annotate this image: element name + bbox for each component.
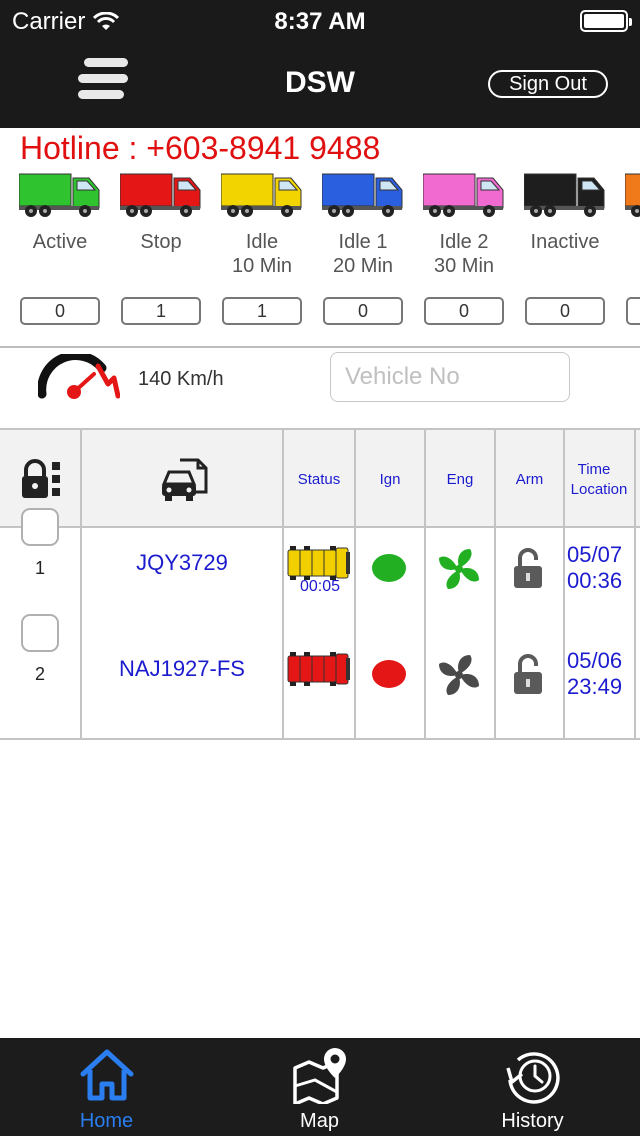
- engine-fan-icon: [436, 652, 482, 698]
- engine-fan-icon: [436, 546, 482, 592]
- truck-icon: [18, 166, 101, 218]
- legend-label-main: Idle 2: [439, 231, 489, 253]
- legend-item-active: Active 0: [10, 166, 110, 325]
- row-checkbox[interactable]: [21, 508, 59, 546]
- legend-label-main: W: [616, 230, 640, 254]
- truck-icon: [321, 166, 404, 218]
- arm-lock-icon[interactable]: [512, 548, 544, 588]
- status-legend: Active 0 Stop 1 Idle 10 Min 1 Idle 1 20 Min 0 Idle…: [0, 166, 640, 338]
- last-update-datetime[interactable]: 05/06 23:49: [567, 648, 622, 700]
- hotline-text: Hotline : +603-8941 9488: [20, 130, 381, 166]
- tab-map[interactable]: Map: [213, 1038, 426, 1136]
- legend-label: Idle 1 20 Min: [313, 230, 413, 280]
- tab-home[interactable]: Home: [0, 1038, 213, 1136]
- last-update-date: 05/07: [567, 542, 623, 567]
- legend-count[interactable]: 0: [424, 297, 504, 325]
- truck-icon: [422, 166, 505, 218]
- last-update-time: 00:36: [567, 568, 623, 593]
- header-arm: Arm: [515, 471, 544, 488]
- legend-count[interactable]: 0: [525, 297, 605, 325]
- legend-item-idle: Idle 10 Min 1: [212, 166, 312, 325]
- truck-icon: [119, 166, 202, 218]
- tab-label: Map: [300, 1110, 339, 1132]
- legend-item-idle-1: Idle 1 20 Min 0: [313, 166, 413, 325]
- table-body: 1 JQY3729 00:05 05/07 00:36 2 NAJ1927-FS 05/06 2…: [0, 508, 640, 740]
- tab-bar: Home Map History: [0, 1038, 640, 1136]
- row-number: 2: [34, 664, 45, 684]
- battery-icon: [580, 10, 632, 32]
- ignition-indicator: [372, 660, 406, 688]
- arm-lock-icon[interactable]: [512, 654, 544, 694]
- map-icon: [292, 1048, 346, 1104]
- table-row[interactable]: 1 JQY3729 00:05 05/07 00:36: [0, 488, 640, 595]
- legend-label: W: [616, 230, 640, 280]
- tab-history[interactable]: History: [426, 1038, 639, 1136]
- legend-count[interactable]: 1: [121, 297, 201, 325]
- table-row[interactable]: 2 NAJ1927-FS 05/06 23:49: [0, 594, 640, 700]
- legend-item-w: W: [616, 166, 640, 325]
- header-ign: Ign: [379, 471, 401, 488]
- row-checkbox[interactable]: [21, 614, 59, 652]
- legend-count[interactable]: 1: [222, 297, 302, 325]
- legend-label: Inactive: [515, 230, 615, 280]
- last-update-date: 05/06: [567, 648, 623, 673]
- row-number: 1: [34, 558, 45, 578]
- top-bar: Carrier 8:37 AM DSW Sign Out: [0, 0, 640, 128]
- legend-label-main: Idle: [245, 231, 279, 253]
- home-icon: [80, 1049, 133, 1101]
- legend-label-sub: 30 Min: [433, 255, 495, 277]
- legend-count[interactable]: [626, 297, 640, 325]
- legend-count[interactable]: 0: [20, 297, 100, 325]
- status-time: 8:37 AM: [274, 8, 366, 35]
- legend-label: Idle 2 30 Min: [414, 230, 514, 280]
- speed-limit-text: 140 Km/h: [138, 368, 224, 390]
- last-update-datetime[interactable]: 05/07 00:36: [567, 542, 622, 594]
- legend-label-main: Inactive: [530, 231, 600, 253]
- legend-label-main: Active: [32, 231, 88, 253]
- truck-icon: [624, 166, 640, 218]
- vehicle-search-input[interactable]: [330, 352, 570, 402]
- truck-icon: [220, 166, 303, 218]
- ignition-indicator: [372, 554, 406, 582]
- legend-label-sub: 20 Min: [332, 255, 394, 277]
- legend-label: Idle 10 Min: [212, 230, 312, 280]
- status-truck-icon: [286, 544, 352, 580]
- legend-label: Stop: [111, 230, 211, 280]
- status-truck-icon: [286, 650, 352, 686]
- legend-item-idle-2: Idle 2 30 Min 0: [414, 166, 514, 325]
- vehicle-number-link[interactable]: JQY3729: [82, 550, 282, 576]
- history-icon: [505, 1052, 560, 1104]
- legend-label-main: Stop: [140, 231, 182, 253]
- legend-label-main: Idle 1: [338, 231, 388, 253]
- legend-item-stop: Stop 1: [111, 166, 211, 325]
- vehicle-number-link[interactable]: NAJ1927-FS: [82, 656, 282, 682]
- divider: [0, 346, 640, 348]
- speedometer-icon: [38, 354, 120, 399]
- tab-label: History: [501, 1110, 564, 1132]
- legend-item-inactive: Inactive 0: [515, 166, 615, 325]
- header-status: Status: [297, 471, 341, 488]
- sign-out-button[interactable]: Sign Out: [488, 70, 608, 98]
- truck-icon: [523, 166, 606, 218]
- legend-label-sub: 10 Min: [231, 255, 293, 277]
- legend-count[interactable]: 0: [323, 297, 403, 325]
- header-eng: Eng: [446, 471, 474, 488]
- header-time: Time: [577, 461, 611, 478]
- vehicle-table: Status Ign Eng Arm Time Location 1 JQY372…: [0, 428, 640, 740]
- legend-label: Active: [10, 230, 110, 280]
- tab-label: Home: [79, 1110, 134, 1132]
- last-update-time: 23:49: [567, 674, 623, 699]
